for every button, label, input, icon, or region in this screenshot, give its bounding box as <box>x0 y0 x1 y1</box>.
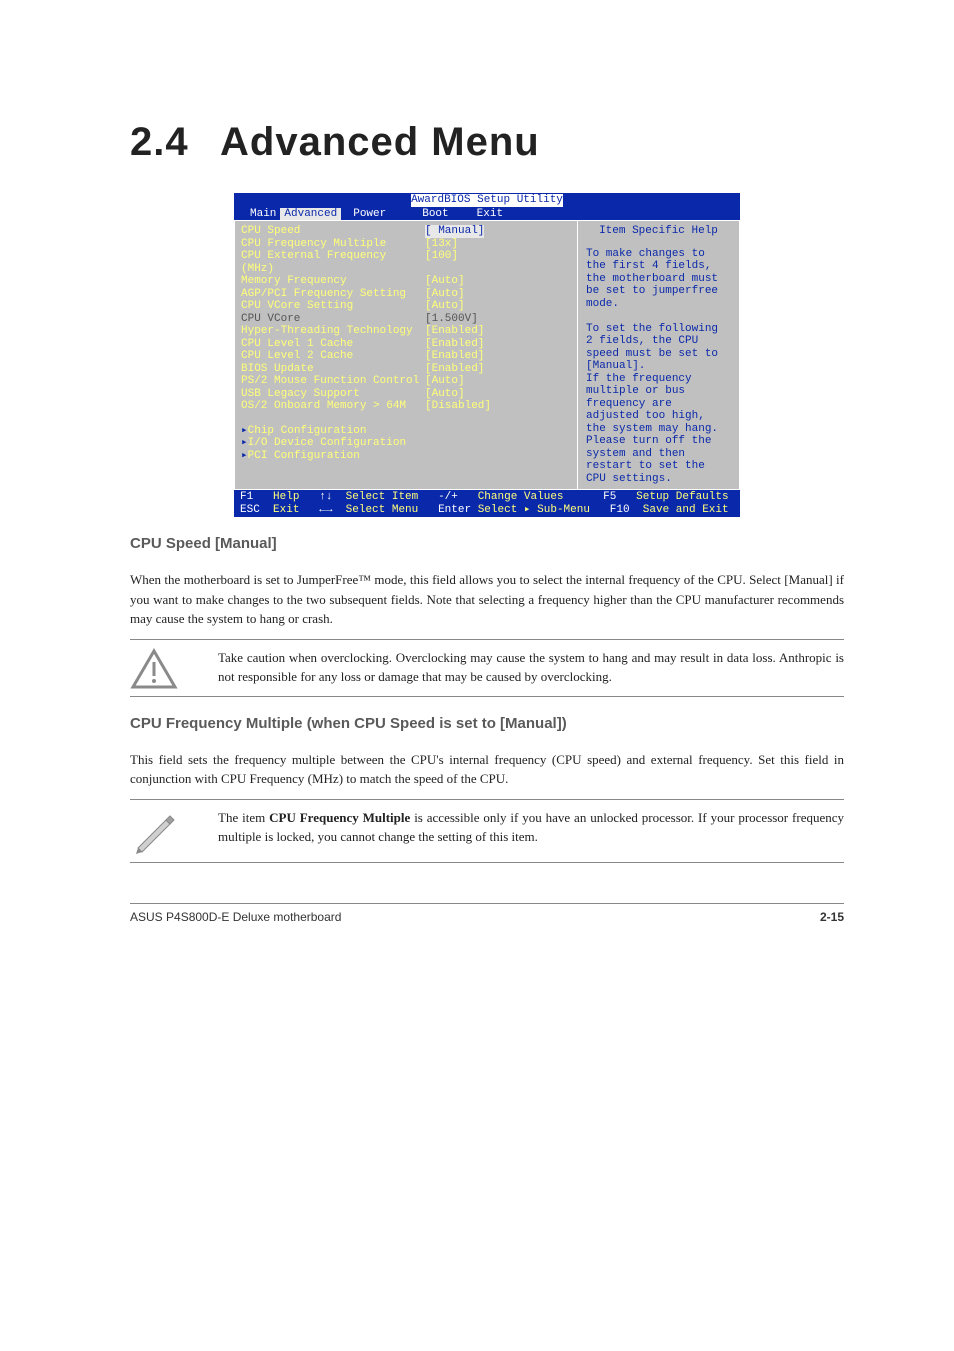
bios-row: CPU External Frequency (MHz)[100] <box>241 250 571 275</box>
bios-submenu: ▸ PCI Configuration <box>241 450 571 463</box>
bios-row: PS/2 Mouse Function Control[Auto] <box>241 375 571 388</box>
caution-icon <box>130 646 218 690</box>
bios-row: BIOS Update[Enabled] <box>241 363 571 376</box>
caution-callout: Take caution when overclocking. Overcloc… <box>130 639 844 697</box>
bios-row: CPU Level 2 Cache[Enabled] <box>241 350 571 363</box>
help-text: To make changes to the first 4 fields, t… <box>586 248 731 486</box>
bios-title: AwardBIOS Setup Utility <box>234 193 740 208</box>
heading-number: 2.4 <box>130 120 220 165</box>
bios-submenu: ▸ Chip Configuration <box>241 425 571 438</box>
bios-row: OS/2 Onboard Memory > 64M[Disabled] <box>241 400 571 413</box>
bios-row: Hyper-Threading Technology[Enabled] <box>241 325 571 338</box>
section-text-cpu-mult: This field sets the frequency multiple b… <box>130 750 844 789</box>
bios-row: USB Legacy Support[Auto] <box>241 388 571 401</box>
tab-power: Power <box>349 208 390 221</box>
note-icon <box>130 806 218 856</box>
help-title: Item Specific Help <box>586 225 731 238</box>
bios-help-pane: Item Specific Help To make changes to th… <box>577 221 739 489</box>
page-heading: 2.4Advanced Menu <box>130 120 844 165</box>
bios-row: CPU Level 1 Cache[Enabled] <box>241 338 571 351</box>
bios-footer: F1 Help ↑↓ Select Item -/+ Change Values… <box>234 490 740 517</box>
tab-exit: Exit <box>473 208 507 221</box>
caution-text: Take caution when overclocking. Overcloc… <box>218 646 844 689</box>
bios-row: CPU Speed[ Manual] <box>241 225 571 238</box>
bios-screenshot: AwardBIOS Setup Utility Main Advanced Po… <box>234 193 740 517</box>
bios-left-pane: CPU Speed[ Manual]CPU Frequency Multiple… <box>235 221 577 489</box>
bios-tabs: Main Advanced Power Boot Exit <box>234 208 740 221</box>
section-text-cpu-speed: When the motherboard is set to JumperFre… <box>130 570 844 629</box>
tab-advanced: Advanced <box>280 208 341 221</box>
bios-row: CPU VCore Setting[Auto] <box>241 300 571 313</box>
bios-row: Memory Frequency[Auto] <box>241 275 571 288</box>
bios-row: CPU VCore[1.500V] <box>241 313 571 326</box>
bios-body: CPU Speed[ Manual]CPU Frequency Multiple… <box>234 220 740 490</box>
tab-main: Main <box>246 208 280 221</box>
page-footer: ASUS P4S800D-E Deluxe motherboard 2-15 <box>130 903 844 924</box>
footer-left: ASUS P4S800D-E Deluxe motherboard <box>130 910 341 924</box>
bios-submenu: ▸ I/O Device Configuration <box>241 437 571 450</box>
bios-row: AGP/PCI Frequency Setting[Auto] <box>241 288 571 301</box>
section-title-cpu-speed: CPU Speed [Manual] <box>130 535 844 552</box>
note-callout: The item CPU Frequency Multiple is acces… <box>130 799 844 863</box>
note-text: The item CPU Frequency Multiple is acces… <box>218 806 844 849</box>
footer-right: 2-15 <box>820 910 844 924</box>
tab-boot: Boot <box>418 208 452 221</box>
heading-title: Advanced Menu <box>220 120 540 164</box>
bios-row: CPU Frequency Multiple[13x] <box>241 238 571 251</box>
section-title-cpu-mult: CPU Frequency Multiple (when CPU Speed i… <box>130 715 844 732</box>
